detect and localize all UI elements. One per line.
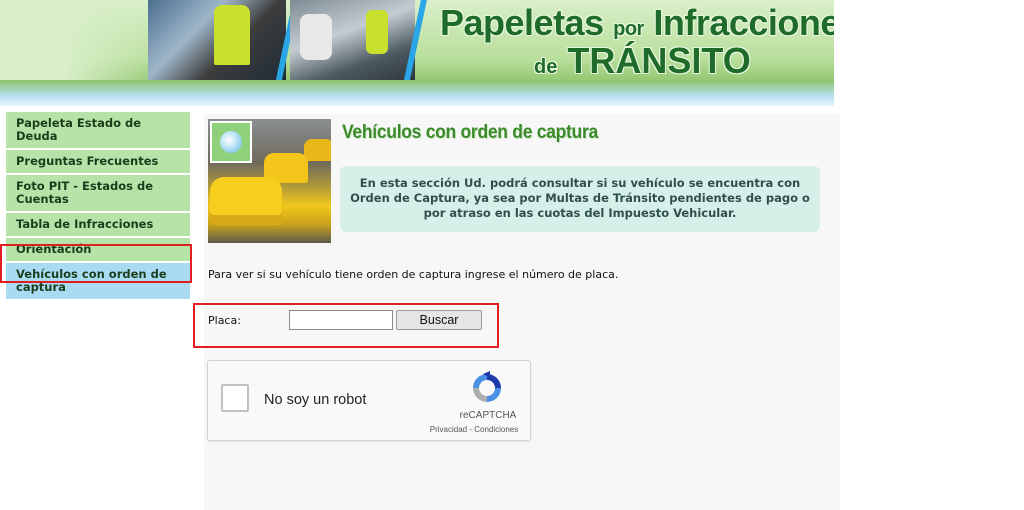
terms-link[interactable]: Condiciones: [474, 425, 518, 434]
recaptcha-checkbox[interactable]: [221, 384, 249, 412]
sidebar-item-preguntas-frecuentes[interactable]: Preguntas Frecuentes: [6, 150, 190, 175]
banner-title-word: Infracciones: [653, 2, 834, 43]
banner-title-word: Papeletas: [440, 2, 604, 43]
banner-title: Papeletas por Infracciones de TRÁNSITO: [440, 2, 834, 82]
page-title: Vehículos con orden de captura: [342, 122, 598, 143]
privacy-link[interactable]: Privacidad: [430, 425, 467, 434]
main-content: Vehículos con orden de captura En esta s…: [193, 114, 840, 510]
taxi-shape: [210, 177, 282, 225]
banner-title-word: por: [613, 18, 644, 40]
banner-fade: [0, 0, 160, 84]
sidebar-item-label: Tabla de Infracciones: [16, 217, 154, 231]
recaptcha-label: No soy un robot: [264, 392, 367, 408]
sidebar-item-tabla-infracciones[interactable]: Tabla de Infracciones: [6, 213, 190, 238]
header-banner: Papeletas por Infracciones de TRÁNSITO: [0, 0, 834, 106]
globe-icon: [210, 121, 252, 163]
info-box: En esta sección Ud. podrá consultar si s…: [340, 166, 820, 232]
banner-title-word: de: [534, 56, 558, 78]
section-image: [208, 119, 331, 243]
active-item-highlight: [0, 244, 192, 283]
sidebar-item-label: Foto PIT - Estados de Cuentas: [16, 179, 153, 206]
sidebar-item-label: Preguntas Frecuentes: [16, 154, 159, 168]
officer-vest-shape: [366, 10, 388, 54]
instructions-text: Para ver si su vehículo tiene orden de c…: [208, 268, 619, 281]
sidebar-item-papeleta-estado-deuda[interactable]: Papeleta Estado de Deuda: [6, 112, 190, 150]
taxi-shape: [304, 139, 331, 161]
info-text: En esta sección Ud. podrá consultar si s…: [350, 176, 810, 220]
placa-label: Placa:: [208, 314, 241, 327]
banner-title-word: TRÁNSITO: [567, 40, 751, 81]
search-button[interactable]: Buscar: [396, 310, 482, 330]
recaptcha-logo-icon: [473, 371, 501, 402]
banner-bottom-stripe: [0, 80, 834, 106]
placa-input[interactable]: [289, 310, 393, 330]
sidebar-item-foto-pit[interactable]: Foto PIT - Estados de Cuentas: [6, 175, 190, 213]
recaptcha-widget: No soy un robot reCAPTCHA Privacidad - C…: [207, 360, 531, 441]
recaptcha-links: Privacidad - Condiciones: [414, 425, 534, 434]
car-shape: [300, 14, 332, 60]
officer-vest-shape: [214, 5, 250, 65]
sidebar-item-label: Papeleta Estado de Deuda: [16, 116, 142, 143]
recaptcha-brand: reCAPTCHA: [459, 410, 517, 421]
